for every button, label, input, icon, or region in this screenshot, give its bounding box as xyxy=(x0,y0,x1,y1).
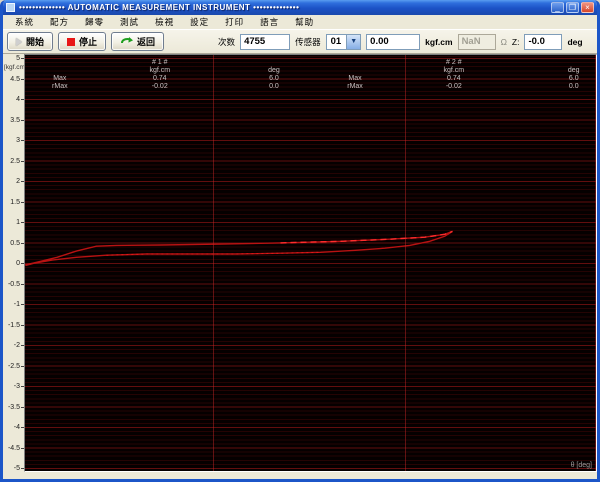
y-tick-label: 3.5 xyxy=(10,116,20,124)
z-input[interactable] xyxy=(524,33,563,50)
menu-system[interactable]: 系統 xyxy=(7,16,42,28)
channel-unit: kgf.cm xyxy=(149,67,171,74)
sensor-select-value: 01 xyxy=(330,35,342,47)
y-tick-label: -1.5 xyxy=(7,321,20,329)
stat-row-label: Max xyxy=(348,75,362,82)
y-tick-label: -1 xyxy=(13,301,20,308)
y-tick-label: -5 xyxy=(13,465,20,472)
stat-row-label: rMax xyxy=(52,83,68,90)
return-arrow-icon xyxy=(121,36,134,43)
menu-zero[interactable]: 歸零 xyxy=(77,16,112,28)
y-tick-label: 1 xyxy=(16,219,20,226)
play-icon xyxy=(16,37,22,46)
y-tick-label: -2.5 xyxy=(7,362,20,370)
menu-recipe[interactable]: 配方 xyxy=(42,16,77,28)
window-title: •••••••••••••• AUTOMATIC MEASUREMENT INS… xyxy=(19,3,300,12)
torque-angle-hysteresis-loop xyxy=(25,230,453,267)
stat-value: 0.0 xyxy=(568,83,579,90)
y-tick-label: 4.5 xyxy=(10,75,20,83)
vertical-gridline xyxy=(404,55,406,471)
resistance-unit-label: Ω xyxy=(500,36,507,47)
stat-value: 0.74 xyxy=(447,75,461,82)
menu-view[interactable]: 檢視 xyxy=(147,16,182,28)
y-axis: [kgf.cm] 5 4.5 4 3.5 3 2.5 2 1.5 1 0.5 0 -0.5 -1 -1.5… xyxy=(3,54,27,474)
stat-row-label: rMax xyxy=(347,83,363,90)
y-tick-label: 5 xyxy=(16,55,20,62)
menu-print[interactable]: 打印 xyxy=(217,16,252,28)
menu-language[interactable]: 語言 xyxy=(252,16,287,28)
channel-title: # 1 # xyxy=(151,59,168,66)
stop-icon xyxy=(67,37,76,46)
y-tick-label: 0 xyxy=(16,260,20,267)
channel-title: # 2 # xyxy=(446,59,462,66)
resistance-input xyxy=(457,33,496,50)
channel-unit: deg xyxy=(567,67,580,74)
stop-button-label: 停止 xyxy=(79,37,98,47)
channel-unit: deg xyxy=(268,67,280,74)
stat-value: 0.0 xyxy=(269,83,279,90)
return-button-label: 返回 xyxy=(137,37,156,47)
y-tick-label: 1.5 xyxy=(10,198,20,206)
stat-row-label: Max xyxy=(53,75,67,82)
start-button-label: 開始 xyxy=(26,37,45,47)
menu-test[interactable]: 測試 xyxy=(112,16,147,28)
sensor-select[interactable]: 01 ▼ xyxy=(325,33,362,50)
menu-bar: 系統 配方 歸零 測試 檢視 設定 打印 語言 幫助 xyxy=(3,15,597,30)
count-label: 次数 xyxy=(218,36,236,47)
stat-value: 6.0 xyxy=(269,75,279,82)
chevron-down-icon: ▼ xyxy=(346,34,361,49)
maximize-button[interactable]: ❐ xyxy=(566,2,579,13)
toolbar: 開始 停止 返回 次数 传感器 01 ▼ kgf.cm Ω Z: deg xyxy=(3,30,597,54)
z-label: Z: xyxy=(511,36,520,47)
plot-area: θ [deg] # 1 # kgf.cm deg Max 0.74 6.0 rMax -0.0… xyxy=(24,54,597,472)
y-tick-label: 4 xyxy=(16,96,20,103)
title-bar: •••••••••••••• AUTOMATIC MEASUREMENT INS… xyxy=(3,0,597,15)
y-tick-label: -0.5 xyxy=(7,280,20,288)
y-tick-label: -4 xyxy=(13,424,20,431)
stat-value: 0.74 xyxy=(152,75,167,82)
y-tick-label: -4.5 xyxy=(7,444,20,452)
sensor-label: 传感器 xyxy=(295,36,321,47)
stat-value: -0.02 xyxy=(151,83,168,90)
app-window: •••••••••••••• AUTOMATIC MEASUREMENT INS… xyxy=(0,0,600,482)
chart-region: [kgf.cm] 5 4.5 4 3.5 3 2.5 2 1.5 1 0.5 0 -0.5 -1 -1.5… xyxy=(3,54,597,479)
stop-button[interactable]: 停止 xyxy=(58,32,107,51)
torque-input[interactable] xyxy=(366,33,421,50)
torque-unit-label: kgf.cm xyxy=(425,36,453,47)
y-tick-label: -2 xyxy=(13,342,20,349)
start-button[interactable]: 開始 xyxy=(7,32,54,51)
count-input[interactable] xyxy=(240,33,291,50)
vertical-gridline xyxy=(212,55,214,471)
menu-help[interactable]: 幫助 xyxy=(287,16,322,28)
return-button[interactable]: 返回 xyxy=(111,32,165,51)
app-icon xyxy=(6,3,15,12)
channel-unit: kgf.cm xyxy=(443,67,465,74)
x-axis-label: θ [deg] xyxy=(570,462,592,469)
y-tick-label: 2 xyxy=(16,178,20,185)
minimize-button[interactable]: _ xyxy=(551,2,564,13)
stat-value: 6.0 xyxy=(568,75,579,82)
z-unit-label: deg xyxy=(567,36,583,47)
y-tick-label: -3.5 xyxy=(7,403,20,411)
menu-settings[interactable]: 設定 xyxy=(182,16,217,28)
curve-svg xyxy=(25,230,453,267)
y-tick-label: 3 xyxy=(16,137,20,144)
y-tick-label: 2.5 xyxy=(10,157,20,165)
y-tick-label: -3 xyxy=(13,383,20,390)
close-button[interactable]: × xyxy=(581,2,594,13)
stat-value: -0.02 xyxy=(445,83,462,90)
y-tick-label: 0.5 xyxy=(10,239,20,247)
vertical-gridline xyxy=(594,55,596,471)
